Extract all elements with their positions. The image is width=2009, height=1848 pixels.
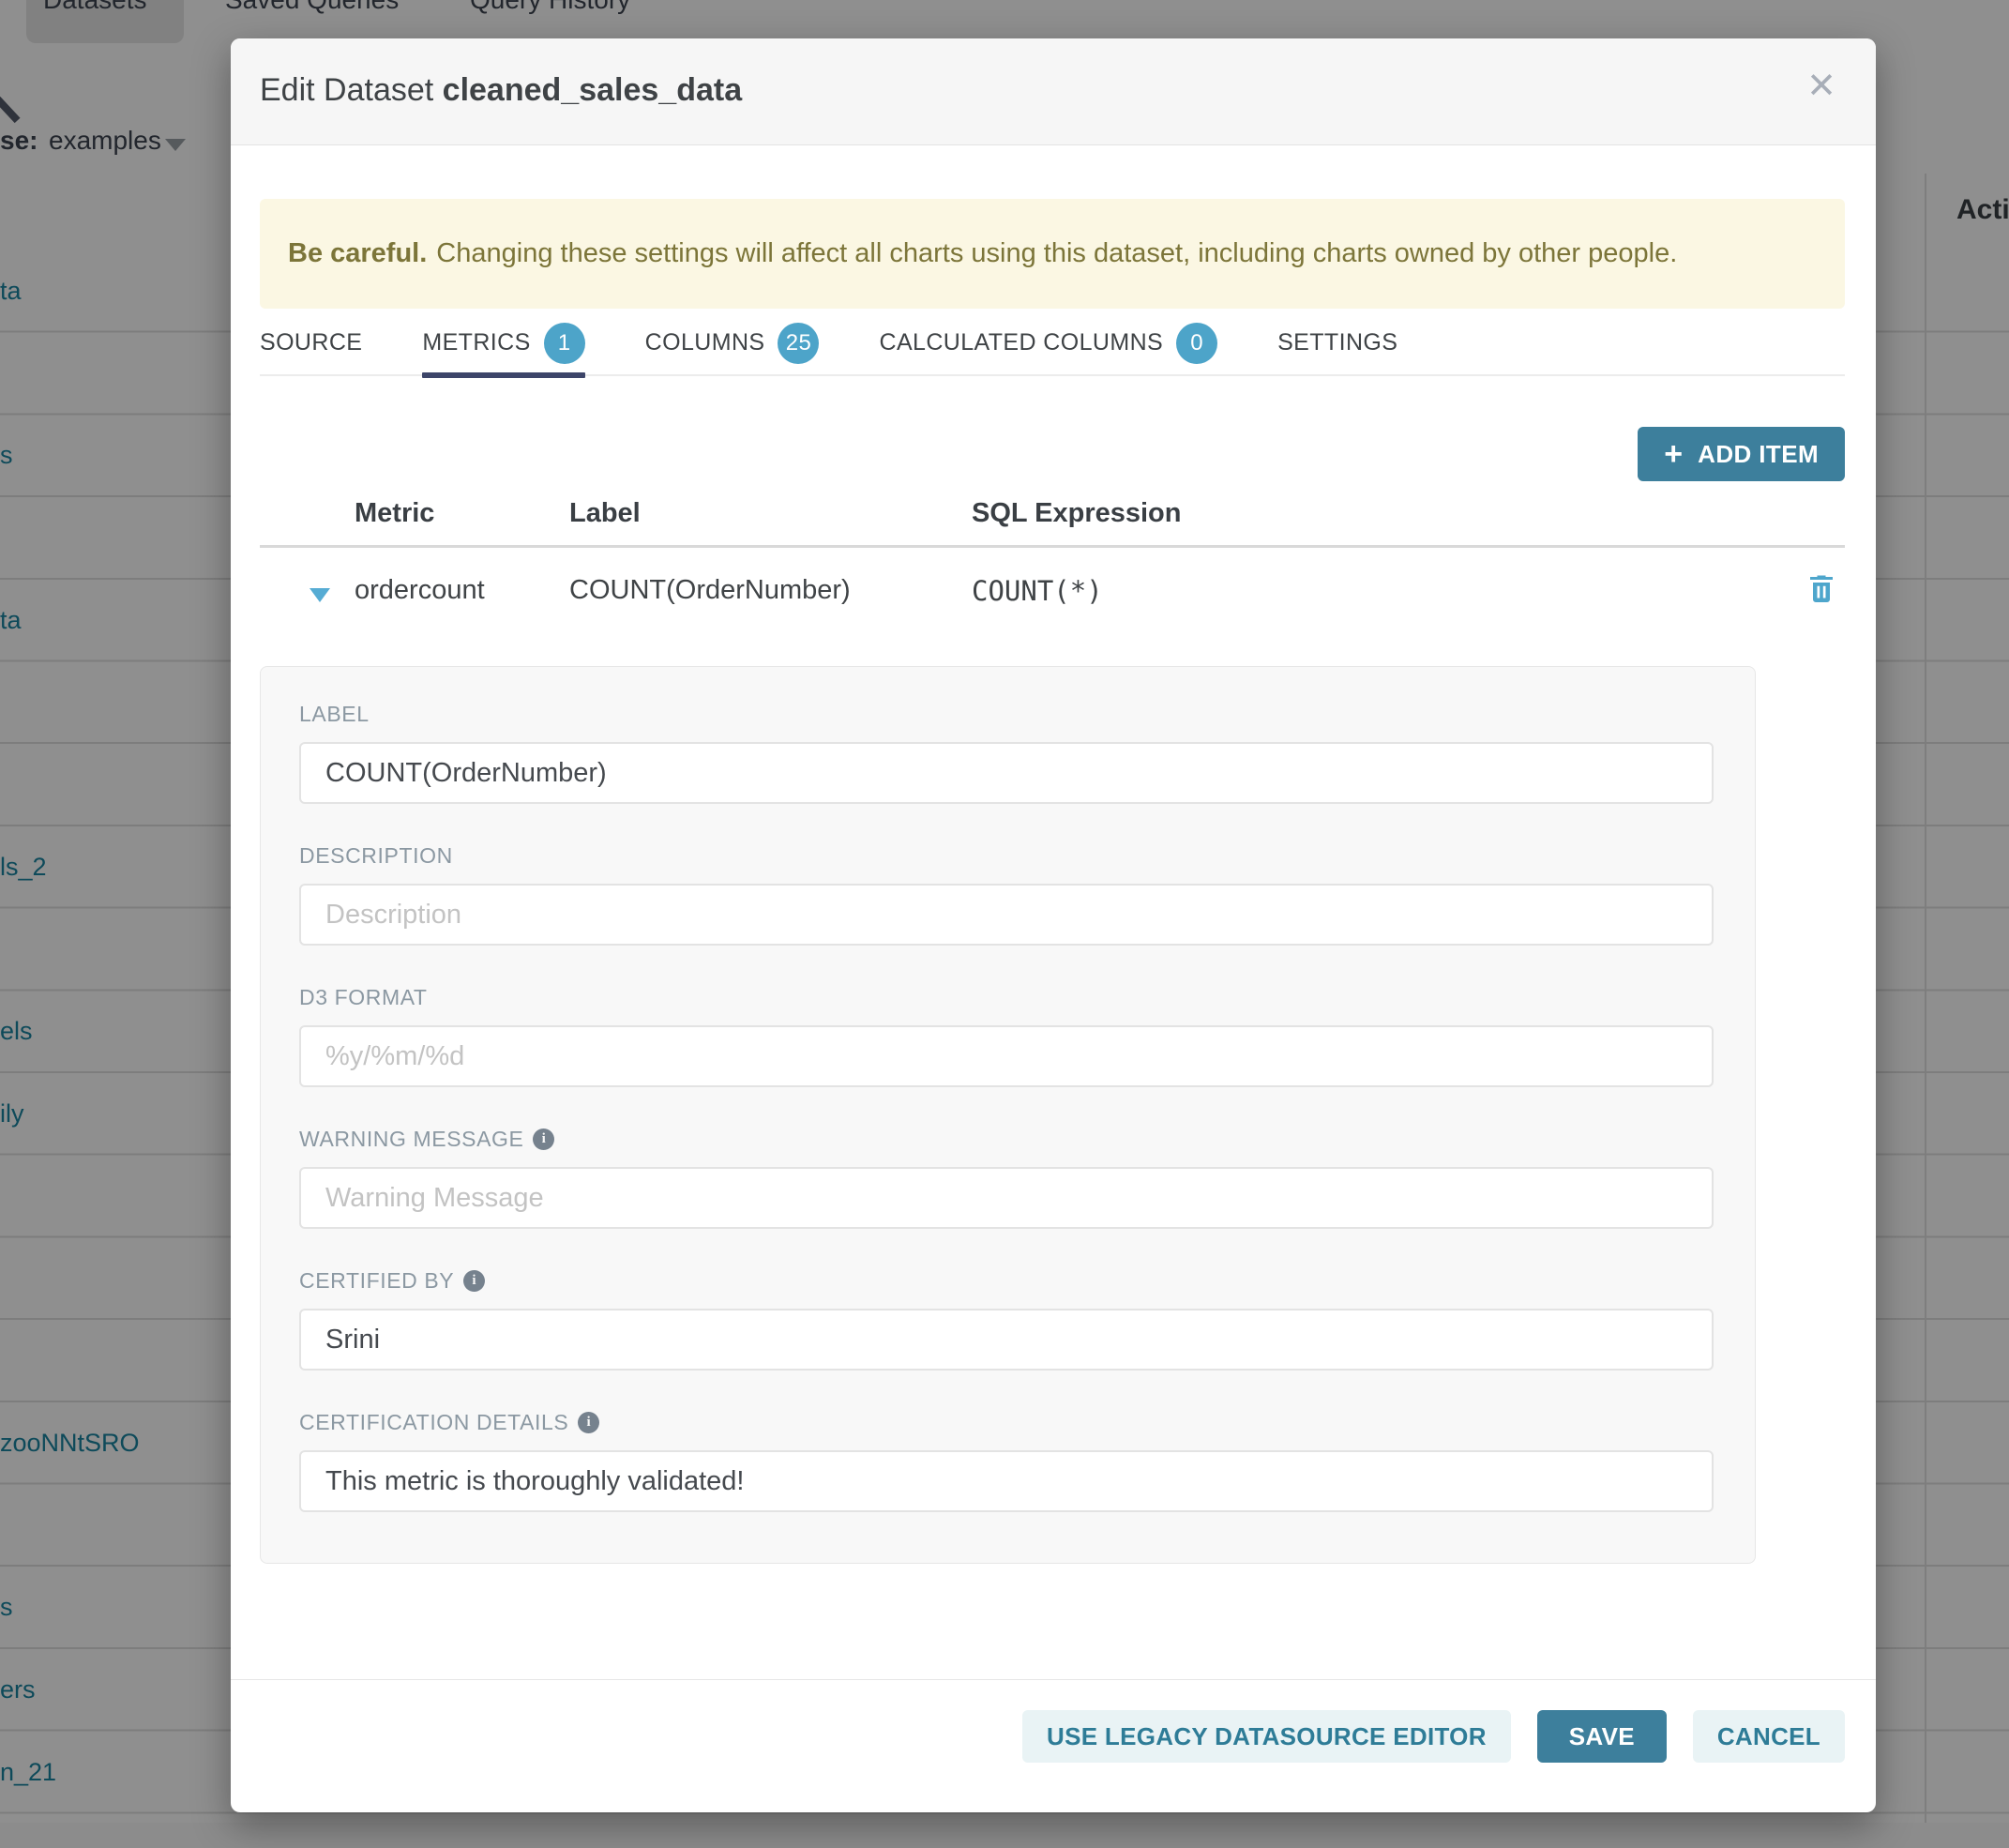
dataset-name: cleaned_sales_data [443, 72, 742, 108]
modal-footer: USE LEGACY DATASOURCE EDITOR SAVE CANCEL [1022, 1710, 1845, 1763]
certified-by-input[interactable] [299, 1309, 1714, 1371]
d3-format-input[interactable] [299, 1025, 1714, 1087]
field-description: DESCRIPTION [299, 843, 1714, 946]
add-item-label: ADD ITEM [1698, 440, 1819, 469]
metric-label-cell: COUNT(OrderNumber) [569, 575, 851, 606]
field-caption: DESCRIPTION [299, 843, 1714, 869]
trash-icon[interactable] [1805, 571, 1838, 610]
metric-table-row: ordercount COUNT(OrderNumber) COUNT(*) [231, 564, 1876, 629]
metrics-count-badge: 1 [544, 323, 585, 364]
field-caption: D3 FORMAT [299, 985, 1714, 1010]
footer-divider [231, 1679, 1876, 1680]
columns-count-badge: 25 [778, 323, 819, 364]
description-input[interactable] [299, 884, 1714, 946]
metric-sql-cell: COUNT(*) [972, 575, 1103, 607]
field-caption-text: CERTIFICATION DETAILS [299, 1410, 568, 1435]
column-header-label: Label [569, 498, 641, 529]
table-header-divider [260, 545, 1845, 548]
field-certified-by: CERTIFIED BY i [299, 1268, 1714, 1371]
tab-label: METRICS [422, 329, 530, 356]
column-header-metric: Metric [355, 498, 434, 529]
expand-caret-icon[interactable] [310, 588, 330, 602]
tab-columns[interactable]: COLUMNS 25 [645, 325, 820, 374]
edit-dataset-modal: Edit Dataset cleaned_sales_data ✕ Be car… [231, 38, 1876, 1812]
label-input[interactable] [299, 742, 1714, 804]
column-header-sql-expression: SQL Expression [972, 498, 1182, 529]
field-caption-text: DESCRIPTION [299, 843, 453, 869]
modal-header: Edit Dataset cleaned_sales_data ✕ [231, 38, 1876, 145]
field-d3-format: D3 FORMAT [299, 985, 1714, 1087]
calculated-columns-count-badge: 0 [1176, 323, 1217, 364]
tab-source[interactable]: SOURCE [260, 325, 362, 374]
dataset-editor-tabs: SOURCE METRICS 1 COLUMNS 25 CALCULATED C… [260, 325, 1845, 376]
certification-details-input[interactable] [299, 1450, 1714, 1512]
info-icon[interactable]: i [533, 1128, 554, 1150]
save-button[interactable]: SAVE [1537, 1710, 1667, 1763]
field-certification-details: CERTIFICATION DETAILS i [299, 1410, 1714, 1512]
use-legacy-datasource-editor-button[interactable]: USE LEGACY DATASOURCE EDITOR [1022, 1710, 1511, 1763]
add-item-button[interactable]: + ADD ITEM [1638, 427, 1845, 481]
tab-metrics[interactable]: METRICS 1 [422, 325, 584, 374]
modal-title: Edit Dataset cleaned_sales_data [260, 72, 742, 109]
modal-title-prefix: Edit Dataset [260, 72, 433, 108]
field-warning-message: WARNING MESSAGE i [299, 1127, 1714, 1229]
field-caption-text: WARNING MESSAGE [299, 1127, 523, 1152]
info-icon[interactable]: i [463, 1270, 485, 1292]
field-caption: WARNING MESSAGE i [299, 1127, 1714, 1152]
tab-settings[interactable]: SETTINGS [1277, 325, 1397, 374]
field-caption: CERTIFICATION DETAILS i [299, 1410, 1714, 1435]
field-caption-text: LABEL [299, 702, 370, 727]
field-caption-text: CERTIFIED BY [299, 1268, 454, 1294]
tab-calculated-columns[interactable]: CALCULATED COLUMNS 0 [879, 325, 1217, 374]
info-icon[interactable]: i [578, 1412, 599, 1433]
field-caption-text: D3 FORMAT [299, 985, 428, 1010]
cancel-button[interactable]: CANCEL [1693, 1710, 1845, 1763]
warning-message-input[interactable] [299, 1167, 1714, 1229]
warning-banner-text: Changing these settings will affect all … [436, 238, 1677, 268]
metric-name-cell: ordercount [355, 575, 485, 606]
close-icon[interactable]: ✕ [1806, 68, 1836, 104]
warning-banner: Be careful. Changing these settings will … [260, 199, 1845, 309]
tab-label: COLUMNS [645, 329, 765, 356]
field-label: LABEL [299, 702, 1714, 804]
tab-label: CALCULATED COLUMNS [879, 329, 1163, 356]
warning-banner-bold: Be careful. [288, 238, 427, 268]
field-caption: CERTIFIED BY i [299, 1268, 1714, 1294]
tab-label: SETTINGS [1277, 329, 1397, 356]
plus-icon: + [1664, 438, 1683, 470]
tab-label: SOURCE [260, 329, 362, 356]
metric-detail-panel: LABEL DESCRIPTION D3 FORMAT WARNING MESS… [260, 666, 1756, 1564]
field-caption: LABEL [299, 702, 1714, 727]
